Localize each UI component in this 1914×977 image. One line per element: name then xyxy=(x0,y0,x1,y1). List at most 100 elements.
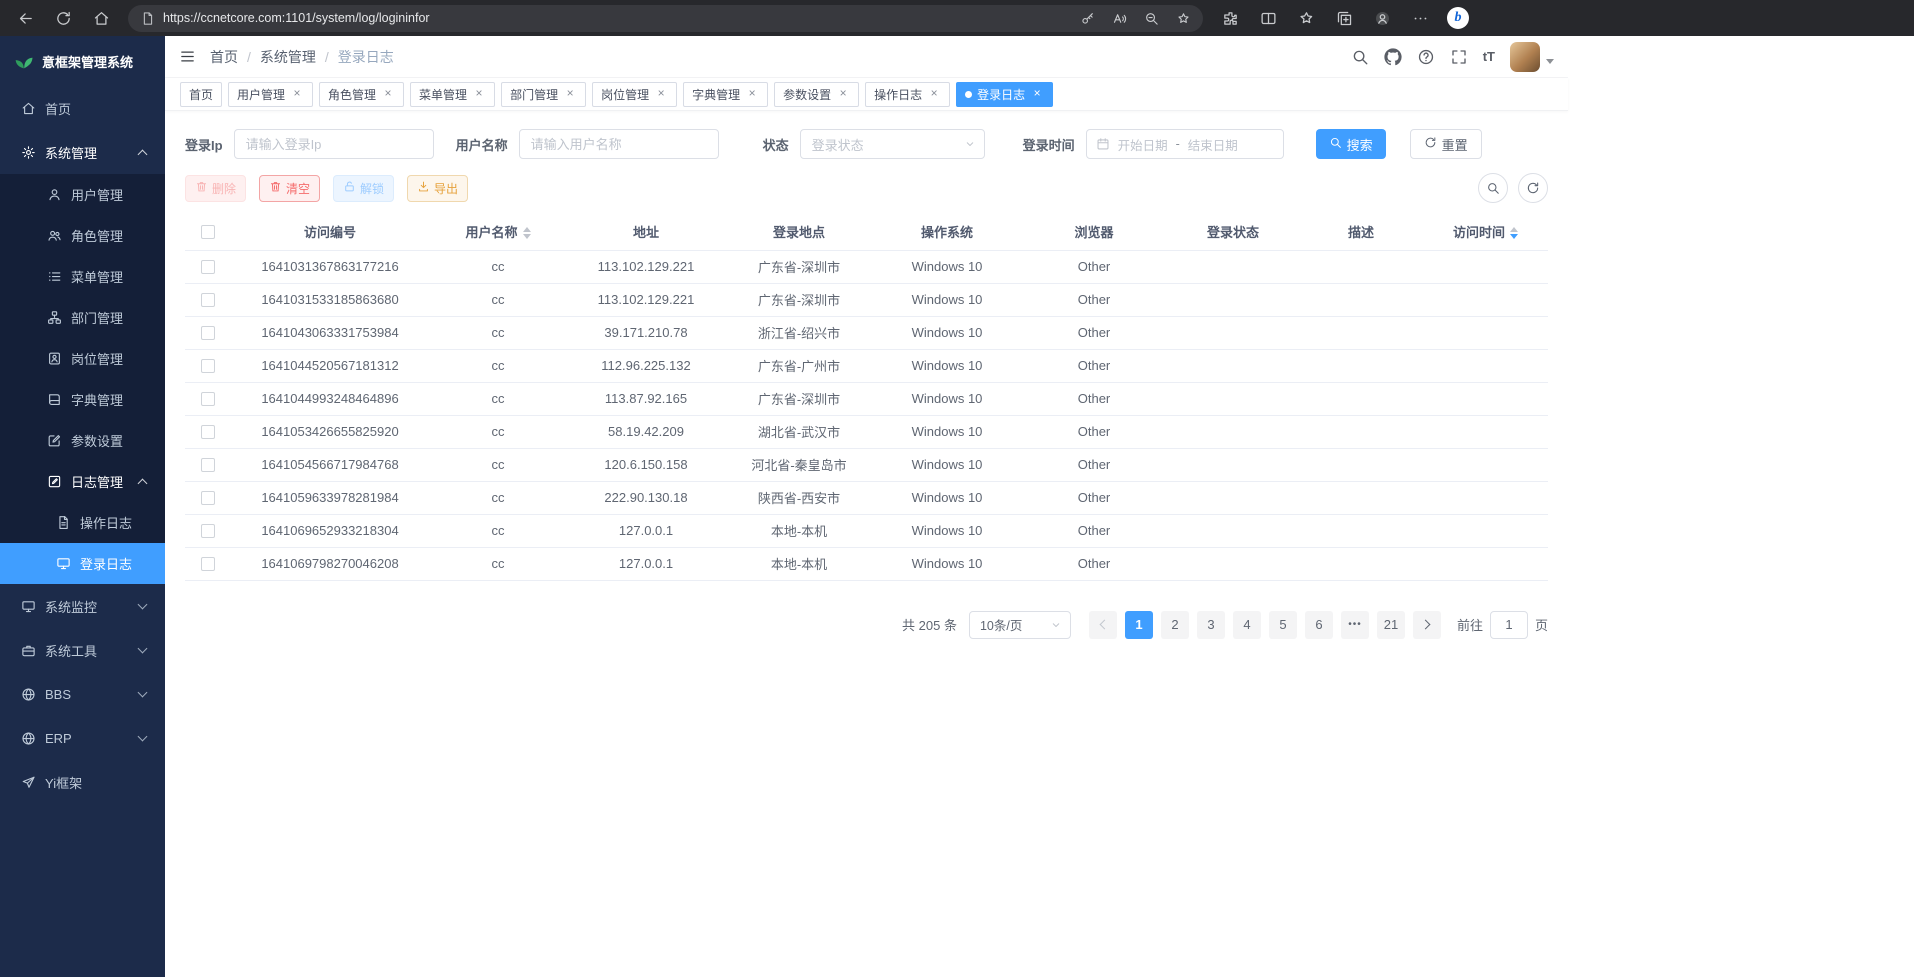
row-checkbox[interactable] xyxy=(201,557,215,571)
clear-button[interactable]: 清空 xyxy=(259,175,320,202)
user-menu[interactable] xyxy=(1510,42,1554,72)
delete-button[interactable]: 删除 xyxy=(185,175,246,202)
reset-button[interactable]: 重置 xyxy=(1410,129,1482,159)
page-button-4[interactable]: 4 xyxy=(1233,611,1261,639)
fullscreen-icon[interactable] xyxy=(1450,48,1468,66)
login-ip-input[interactable] xyxy=(234,129,434,159)
page-button-6[interactable]: 6 xyxy=(1305,611,1333,639)
close-tab-icon[interactable]: × xyxy=(654,87,668,101)
zoom-out-icon[interactable] xyxy=(1136,6,1166,30)
row-checkbox[interactable] xyxy=(201,524,215,538)
search-button[interactable]: 搜索 xyxy=(1316,129,1386,159)
back-button[interactable] xyxy=(6,3,44,33)
row-checkbox[interactable] xyxy=(201,491,215,505)
sidebar-item-role-management[interactable]: 角色管理 xyxy=(0,215,165,256)
tab-param-settings[interactable]: 参数设置× xyxy=(774,82,859,107)
sidebar-toggle-icon[interactable] xyxy=(179,48,196,65)
sidebar-item-post-management[interactable]: 岗位管理 xyxy=(0,338,165,379)
close-tab-icon[interactable]: × xyxy=(381,87,395,101)
sidebar-item-param-settings[interactable]: 参数设置 xyxy=(0,420,165,461)
page-button-21[interactable]: 21 xyxy=(1377,611,1405,639)
favorites-button[interactable] xyxy=(1287,3,1325,33)
row-checkbox[interactable] xyxy=(201,260,215,274)
row-checkbox[interactable] xyxy=(201,458,215,472)
export-button[interactable]: 导出 xyxy=(407,175,468,202)
tab-operation-log[interactable]: 操作日志× xyxy=(865,82,950,107)
column-header[interactable]: 访问时间 xyxy=(1423,213,1548,250)
header-search-icon[interactable] xyxy=(1351,48,1369,66)
sort-icons[interactable] xyxy=(1510,227,1518,239)
sidebar-item-menu-management[interactable]: 菜单管理 xyxy=(0,256,165,297)
help-icon[interactable] xyxy=(1417,48,1435,66)
date-range-picker[interactable]: 开始日期 - 结束日期 xyxy=(1086,129,1284,159)
split-screen-button[interactable] xyxy=(1249,3,1287,33)
github-icon[interactable] xyxy=(1384,48,1402,66)
font-size-icon[interactable]: tT xyxy=(1483,49,1495,64)
close-tab-icon[interactable]: × xyxy=(927,87,941,101)
sidebar-item-dept-management[interactable]: 部门管理 xyxy=(0,297,165,338)
row-checkbox[interactable] xyxy=(201,392,215,406)
tab-post-management[interactable]: 岗位管理× xyxy=(592,82,677,107)
toggle-search-button[interactable] xyxy=(1478,173,1508,203)
refresh-button[interactable] xyxy=(44,3,82,33)
sidebar-item-operation-log[interactable]: 操作日志 xyxy=(0,502,165,543)
close-tab-icon[interactable]: × xyxy=(1030,87,1044,101)
row-checkbox[interactable] xyxy=(201,293,215,307)
row-checkbox[interactable] xyxy=(201,425,215,439)
select-all-checkbox[interactable] xyxy=(201,225,215,239)
tab-dept-management[interactable]: 部门管理× xyxy=(501,82,586,107)
copilot-button[interactable]: b xyxy=(1439,3,1477,33)
extensions-button[interactable] xyxy=(1211,3,1249,33)
sidebar-item-home[interactable]: 首页 xyxy=(0,86,165,130)
unlock-button[interactable]: 解锁 xyxy=(333,175,394,202)
close-tab-icon[interactable]: × xyxy=(472,87,486,101)
sidebar-item-system-tools[interactable]: 系统工具 xyxy=(0,628,165,672)
breadcrumb-item[interactable]: 登录日志 xyxy=(338,47,394,67)
page-button-2[interactable]: 2 xyxy=(1161,611,1189,639)
profile-button[interactable] xyxy=(1363,3,1401,33)
address-bar[interactable]: https://ccnetcore.com:1101/system/log/lo… xyxy=(128,5,1203,32)
sidebar-item-erp[interactable]: ERP xyxy=(0,716,165,760)
tab-role-management[interactable]: 角色管理× xyxy=(319,82,404,107)
close-tab-icon[interactable]: × xyxy=(836,87,850,101)
sidebar-item-system-monitor[interactable]: 系统监控 xyxy=(0,584,165,628)
tab-menu-management[interactable]: 菜单管理× xyxy=(410,82,495,107)
close-tab-icon[interactable]: × xyxy=(290,87,304,101)
password-key-icon[interactable] xyxy=(1072,6,1102,30)
sidebar-item-dict-management[interactable]: 字典管理 xyxy=(0,379,165,420)
page-button-3[interactable]: 3 xyxy=(1197,611,1225,639)
row-checkbox[interactable] xyxy=(201,359,215,373)
row-checkbox[interactable] xyxy=(201,326,215,340)
page-button-5[interactable]: 5 xyxy=(1269,611,1297,639)
sidebar-item-yi-framework[interactable]: Yi框架 xyxy=(0,760,165,804)
page-info-icon[interactable] xyxy=(140,11,155,26)
sidebar-item-log-management[interactable]: 日志管理 xyxy=(0,461,165,502)
close-tab-icon[interactable]: × xyxy=(745,87,759,101)
tab-user-management[interactable]: 用户管理× xyxy=(228,82,313,107)
sort-icons[interactable] xyxy=(523,227,531,239)
app-logo[interactable]: 意框架管理系统 xyxy=(0,36,165,86)
breadcrumb-item[interactable]: 系统管理 xyxy=(260,47,316,67)
status-select[interactable]: 登录状态 xyxy=(800,129,985,159)
tab-login-log[interactable]: 登录日志× xyxy=(956,82,1053,107)
column-header[interactable]: 用户名称 xyxy=(429,213,567,250)
username-input[interactable] xyxy=(519,129,719,159)
read-aloud-icon[interactable] xyxy=(1104,6,1134,30)
page-size-select[interactable]: 10条/页 xyxy=(969,611,1071,639)
page-button-1[interactable]: 1 xyxy=(1125,611,1153,639)
collections-button[interactable] xyxy=(1325,3,1363,33)
breadcrumb-item[interactable]: 首页 xyxy=(210,47,238,67)
tab-dict-management[interactable]: 字典管理× xyxy=(683,82,768,107)
goto-page-input[interactable] xyxy=(1490,611,1528,639)
close-tab-icon[interactable]: × xyxy=(563,87,577,101)
sidebar-item-system-management[interactable]: 系统管理 xyxy=(0,130,165,174)
home-button[interactable] xyxy=(82,3,120,33)
add-favorite-icon[interactable] xyxy=(1168,6,1198,30)
more-options-button[interactable] xyxy=(1401,3,1439,33)
more-pages-button[interactable]: ••• xyxy=(1341,611,1369,639)
next-page-button[interactable] xyxy=(1413,611,1441,639)
sidebar-item-user-management[interactable]: 用户管理 xyxy=(0,174,165,215)
tab-home[interactable]: 首页 xyxy=(180,82,222,107)
refresh-table-button[interactable] xyxy=(1518,173,1548,203)
sidebar-item-login-log[interactable]: 登录日志 xyxy=(0,543,165,584)
